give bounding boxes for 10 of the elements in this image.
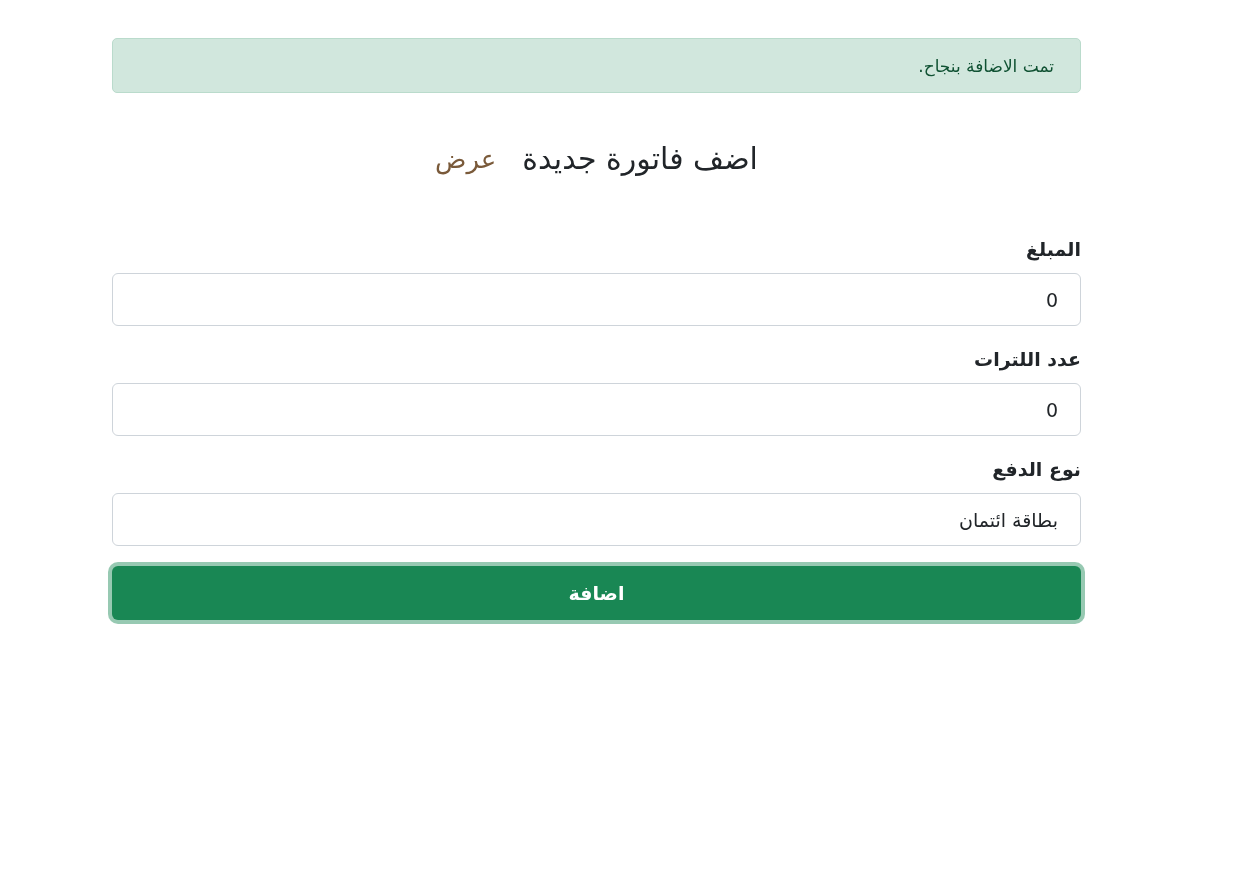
- field-label: نوع الدفع: [992, 458, 1081, 480]
- add-button[interactable]: اضافة: [112, 566, 1081, 620]
- success-alert: تمت الاضافة بنجاح.: [112, 38, 1081, 93]
- field-label: عدد اللترات: [974, 348, 1081, 370]
- input-field[interactable]: بطاقة ائتمان: [112, 493, 1081, 546]
- page-title: اضف فاتورة جديدة: [522, 141, 758, 176]
- field-label: المبلغ: [1026, 238, 1081, 260]
- input-field[interactable]: 0: [112, 383, 1081, 436]
- view-link[interactable]: عرض: [435, 143, 497, 174]
- input-field[interactable]: 0: [112, 273, 1081, 326]
